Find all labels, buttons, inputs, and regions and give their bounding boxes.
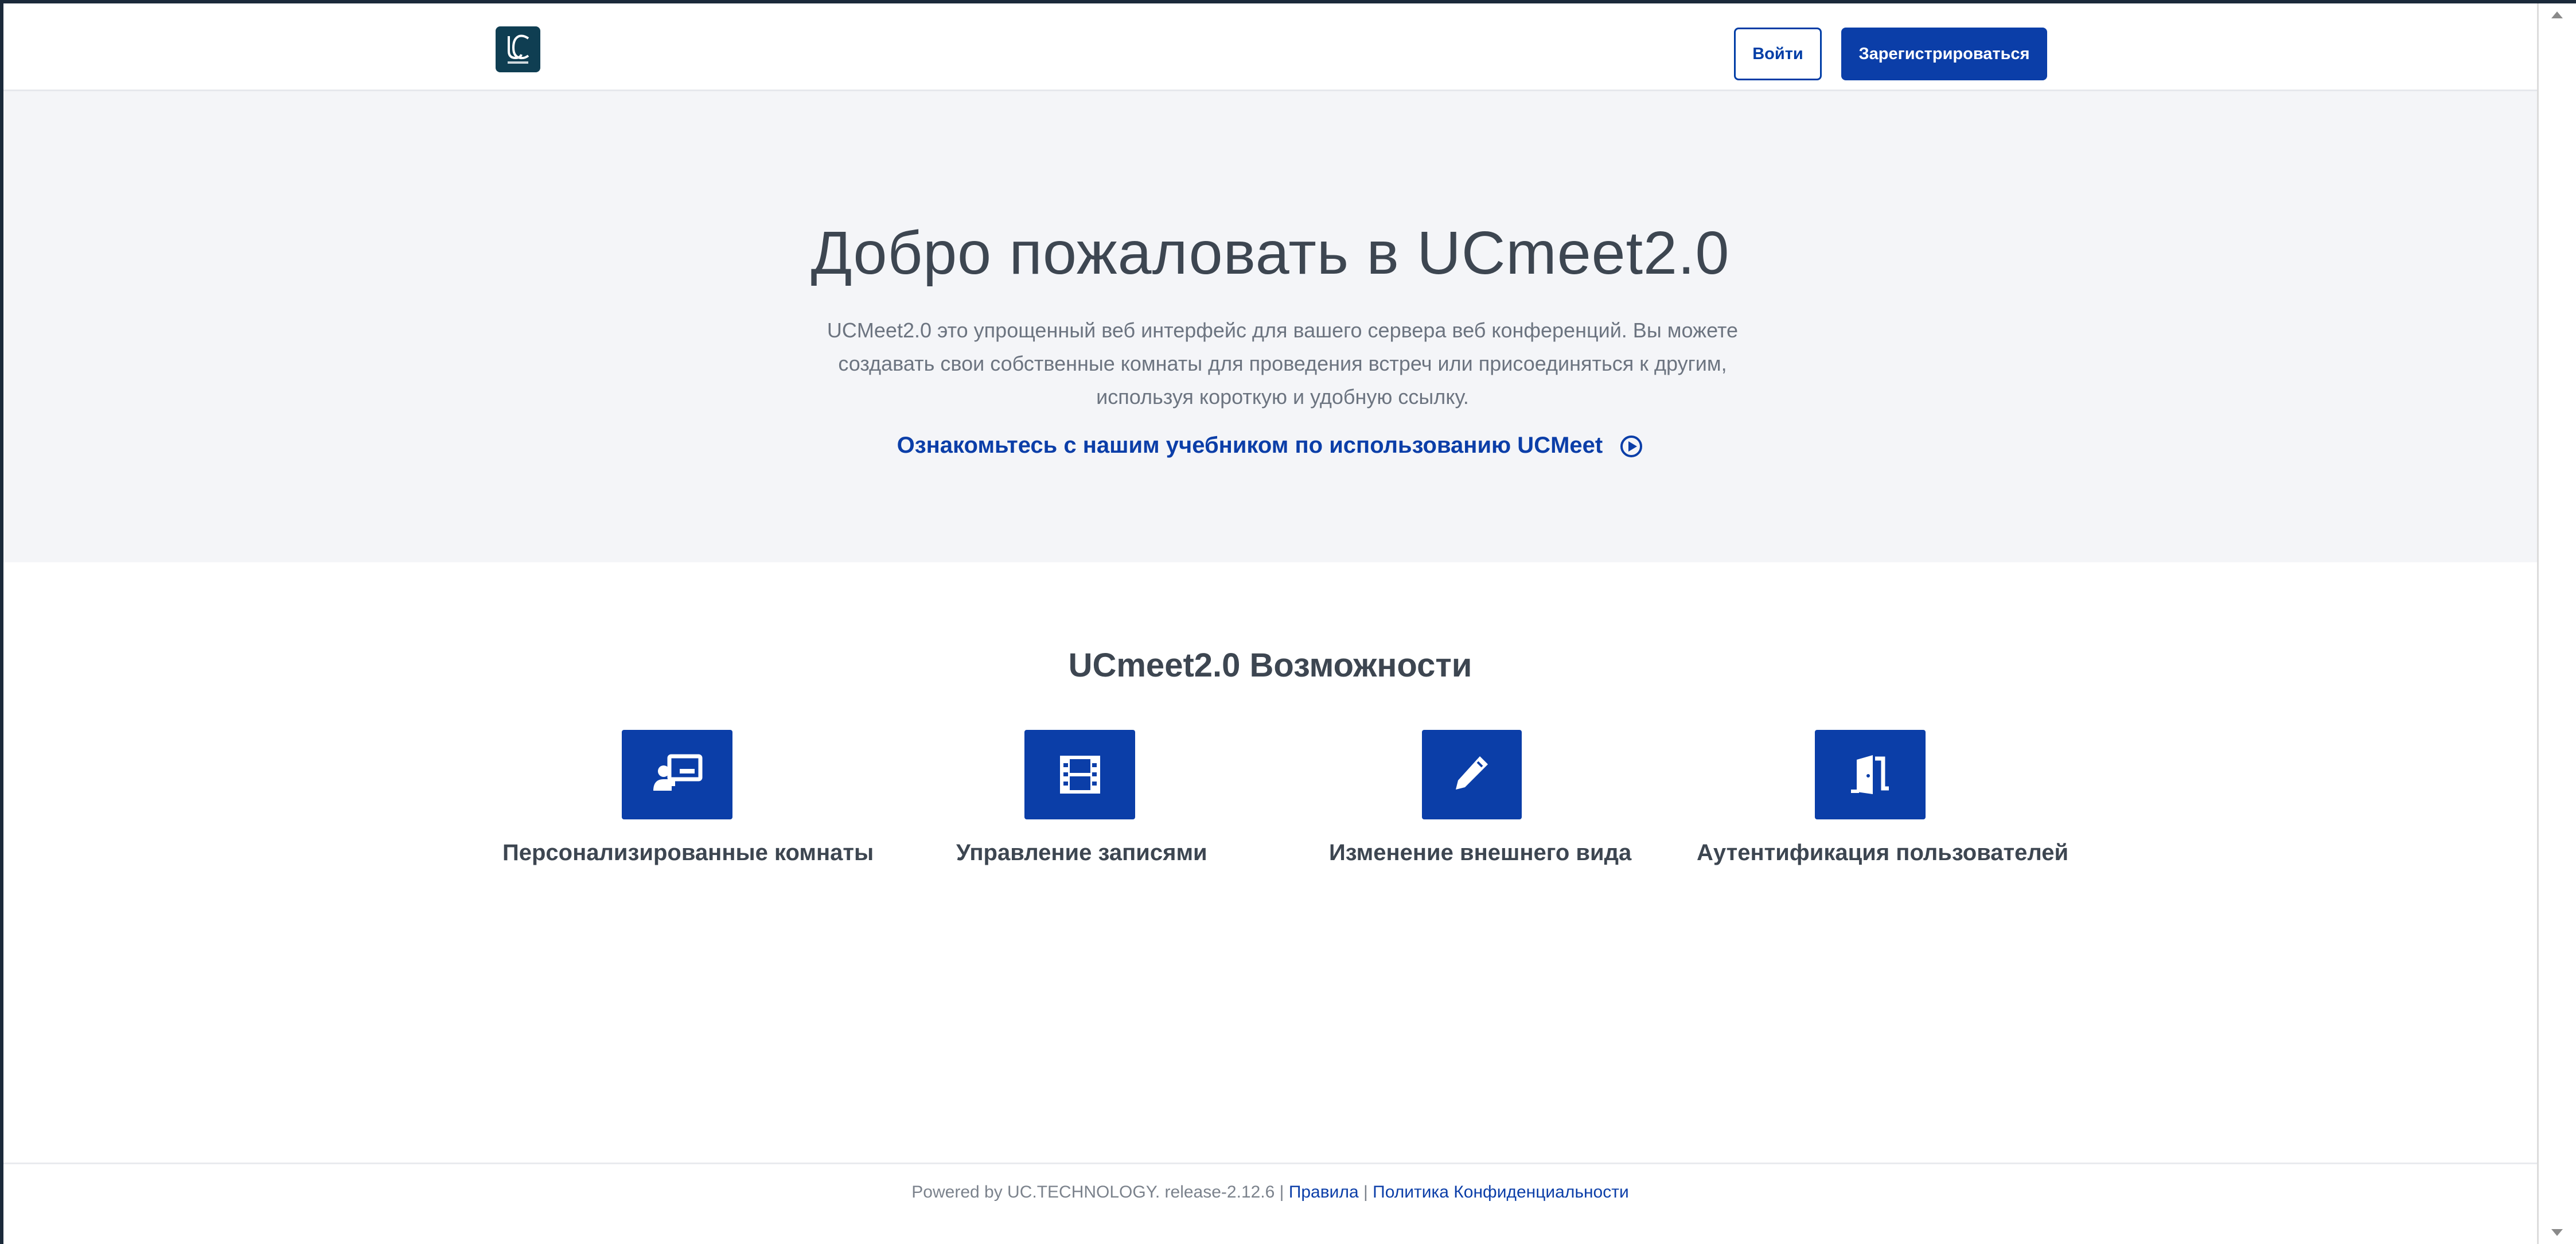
- footer-separator: |: [1363, 1183, 1368, 1202]
- signup-button[interactable]: Зарегистрироваться: [1841, 28, 2047, 80]
- pencil-icon: [1456, 756, 1488, 790]
- feature-tile: [1422, 730, 1522, 819]
- tutorial-link-label: Ознакомьтесь с нашим учебником по исполь…: [897, 433, 1603, 458]
- hero-description-line: используя короткую и удобную ссылку.: [1096, 385, 1469, 409]
- feature-label: Управление записями: [956, 840, 1207, 865]
- site-header: Войти Зарегистрироваться: [3, 3, 2537, 91]
- tutorial-link[interactable]: Ознакомьтесь с нашим учебником по исполь…: [3, 433, 2537, 458]
- site-footer: Powered by UC.TECHNOLOGY. release-2.12.6…: [3, 1163, 2537, 1244]
- features-title: UCmeet2.0 Возможности: [1068, 647, 1472, 684]
- feature-tile: [1024, 730, 1135, 819]
- film-icon: [1059, 756, 1100, 794]
- footer-text: Powered by UC.TECHNOLOGY. release-2.12.6…: [3, 1183, 2537, 1202]
- hero-title: Добро пожаловать в UCmeet2.0: [810, 219, 1730, 287]
- play-circle-icon: [1620, 436, 1643, 458]
- hero-section: Добро пожаловать в UCmeet2.0 UCMeet2.0 э…: [3, 91, 2537, 562]
- ucmeet-logo[interactable]: [496, 26, 540, 72]
- privacy-link[interactable]: Политика Конфиденциальности: [1373, 1183, 1629, 1202]
- login-button[interactable]: Войти: [1734, 28, 1822, 80]
- hero-description: UCMeet2.0 это упрощенный веб интерфейс д…: [772, 314, 1793, 414]
- feature-label: Аутентификация пользователей: [1697, 840, 2069, 865]
- hero-description-line: создавать свои собственные комнаты для п…: [838, 352, 1727, 375]
- powered-by-text: Powered by UC.TECHNOLOGY. release-2.12.6: [911, 1183, 1275, 1202]
- hero-description-line: UCMeet2.0 это упрощенный веб интерфейс д…: [827, 318, 1739, 342]
- vertical-scrollbar[interactable]: [2537, 3, 2576, 1244]
- chalkboard-teacher-icon: [653, 754, 702, 791]
- feature-tile: [622, 730, 732, 819]
- terms-link[interactable]: Правила: [1289, 1183, 1359, 1202]
- door-open-icon: [1850, 755, 1889, 794]
- feature-label: Персонализированные комнаты: [502, 840, 874, 865]
- feature-label: Изменение внешнего вида: [1329, 840, 1632, 865]
- feature-tile: [1815, 730, 1926, 819]
- ucmeet-logo-icon: [508, 34, 529, 64]
- scroll-down-arrow-icon[interactable]: [2551, 1229, 2563, 1236]
- footer-separator: |: [1279, 1183, 1284, 1202]
- scroll-up-arrow-icon[interactable]: [2551, 11, 2563, 18]
